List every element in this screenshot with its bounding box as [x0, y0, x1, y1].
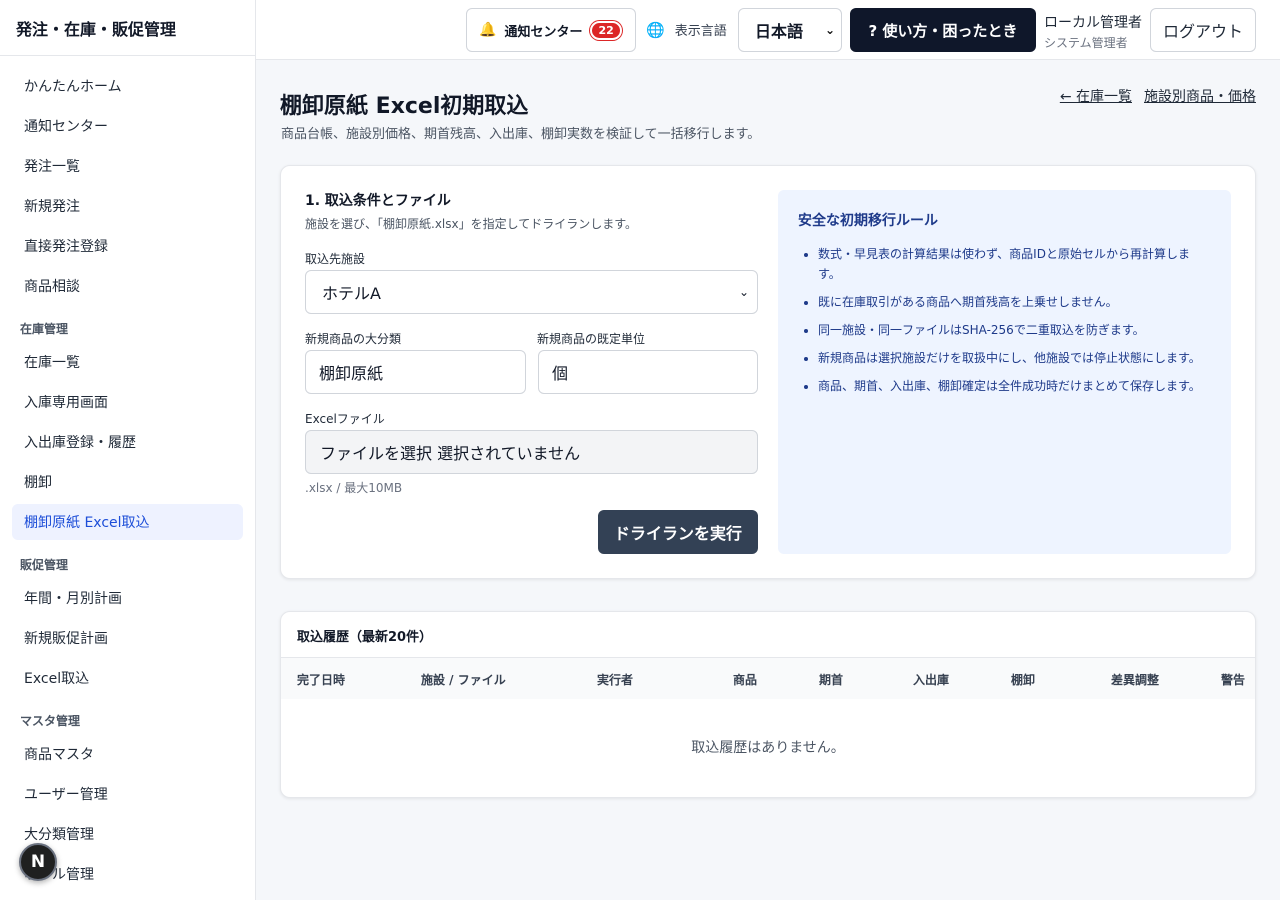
bell-icon: 🔔: [479, 22, 497, 38]
sidebar-item-new-promo[interactable]: 新規販促計画: [12, 620, 243, 656]
sidebar-item-stocktake-excel-import[interactable]: 棚卸原紙 Excel取込: [12, 504, 243, 540]
rule-item: 既に在庫取引がある商品へ期首残高を上乗せしません。: [818, 292, 1211, 312]
sidebar-item-promo-excel-import[interactable]: Excel取込: [12, 660, 243, 696]
unit-label: 新規商品の既定単位: [537, 332, 646, 346]
file-hint: .xlsx / 最大10MB: [305, 481, 403, 495]
sidebar-item-inout-history[interactable]: 入出庫登録・履歴: [12, 424, 243, 460]
sidebar: 発注・在庫・販促管理 かんたんホーム 通知センター 発注一覧 新規発注 直接発注…: [0, 0, 256, 900]
language-label-group: 🌐 表示言語: [646, 20, 727, 40]
chevron-down-icon: ⌄: [738, 285, 749, 299]
history-empty-message: 取込履歴はありません。: [691, 740, 845, 756]
rules-title: 安全な初期移行ルール: [798, 213, 938, 229]
sidebar-item-direct-order[interactable]: 直接発注登録: [12, 228, 243, 264]
help-button[interactable]: ? 使い方・困ったとき: [850, 8, 1036, 52]
logout-button[interactable]: ログアウト: [1150, 8, 1256, 52]
sidebar-item-product-consult[interactable]: 商品相談: [12, 268, 243, 304]
sidebar-group-promo: 販促管理: [20, 557, 69, 572]
sidebar-nav: かんたんホーム 通知センター 発注一覧 新規発注 直接発注登録 商品相談 在庫管…: [0, 56, 255, 892]
sidebar-item-receiving[interactable]: 入庫専用画面: [12, 384, 243, 420]
column-header-facility-file: 施設 / ファイル: [421, 673, 506, 687]
facility-value: ホテルA: [322, 284, 381, 303]
category-input[interactable]: 棚卸原紙: [305, 350, 526, 394]
sidebar-group-master: マスタ管理: [20, 713, 81, 728]
column-header-stocktake: 棚卸: [1011, 673, 1036, 687]
sidebar-item-inventory-list[interactable]: 在庫一覧: [12, 344, 243, 380]
section-subtitle: 施設を選び、「棚卸原紙.xlsx」を指定してドライランします。: [305, 217, 638, 231]
language-select[interactable]: 日本語 ⌄: [738, 8, 842, 52]
sidebar-item-easy-home[interactable]: かんたんホーム: [12, 68, 243, 104]
sidebar-item-notification-center[interactable]: 通知センター: [12, 108, 243, 144]
back-to-inventory-link[interactable]: ← 在庫一覧: [1060, 86, 1132, 106]
column-header-adjustment: 差異調整: [1111, 673, 1160, 687]
dev-tools-badge[interactable]: N: [19, 843, 57, 881]
category-value: 棚卸原紙: [319, 364, 384, 383]
migration-rules-panel: 安全な初期移行ルール 数式・早見表の計算結果は使わず、商品IDと原始セルから再計…: [778, 190, 1231, 554]
notification-center-button[interactable]: 🔔 通知センター 22: [466, 8, 636, 52]
app-title: 発注・在庫・販促管理: [0, 0, 255, 56]
language-value: 日本語: [755, 22, 804, 41]
user-info: ローカル管理者 システム管理者: [1044, 12, 1142, 51]
sidebar-item-new-order[interactable]: 新規発注: [12, 188, 243, 224]
page-title: 棚卸原紙 Excel初期取込: [280, 94, 529, 119]
sidebar-item-user-admin[interactable]: ユーザー管理: [12, 776, 243, 812]
notification-label: 通知センター: [504, 24, 583, 40]
globe-icon: 🌐: [646, 20, 665, 39]
top-bar: 🔔 通知センター 22 🌐 表示言語 日本語 ⌄ ? 使い方・困ったとき ローカ…: [256, 0, 1280, 60]
category-label: 新規商品の大分類: [305, 332, 402, 346]
chevron-down-icon: ⌄: [824, 23, 835, 37]
rule-item: 新規商品は選択施設だけを取扱中にし、他施設では停止状態にします。: [818, 348, 1211, 368]
language-label: 表示言語: [674, 24, 727, 39]
sidebar-item-stocktake[interactable]: 棚卸: [12, 464, 243, 500]
column-header-warnings: 警告: [1221, 673, 1246, 687]
column-header-completed-at: 完了日時: [297, 673, 346, 687]
history-title: 取込履歴（最新20件）: [297, 630, 433, 645]
page-subtitle: 商品台帳、施設別価格、期首残高、入出庫、棚卸実数を検証して一括移行します。: [281, 127, 761, 142]
main-content: 棚卸原紙 Excel初期取込 商品台帳、施設別価格、期首残高、入出庫、棚卸実数を…: [256, 60, 1280, 900]
page-links: ← 在庫一覧 施設別商品・価格: [1060, 86, 1256, 106]
rules-list: 数式・早見表の計算結果は使わず、商品IDと原始セルから再計算します。 既に在庫取…: [798, 244, 1211, 396]
sidebar-item-order-list[interactable]: 発注一覧: [12, 148, 243, 184]
sidebar-group-inventory: 在庫管理: [20, 321, 69, 336]
sidebar-item-product-master[interactable]: 商品マスタ: [12, 736, 243, 772]
facility-label: 取込先施設: [305, 252, 366, 266]
file-input[interactable]: ファイルを選択 選択されていません: [305, 430, 758, 474]
section-title: 1. 取込条件とファイル: [305, 193, 451, 209]
column-header-executor: 実行者: [597, 673, 634, 687]
column-header-products: 商品: [733, 673, 758, 687]
facility-select[interactable]: ホテルA ⌄: [305, 270, 758, 314]
file-label: Excelファイル: [305, 412, 385, 426]
rule-item: 数式・早見表の計算結果は使わず、商品IDと原始セルから再計算します。: [818, 244, 1211, 284]
user-role: システム管理者: [1044, 36, 1128, 50]
import-form-card: 1. 取込条件とファイル 施設を選び、「棚卸原紙.xlsx」を指定してドライラン…: [280, 165, 1256, 579]
import-history-card: 取込履歴（最新20件） 完了日時 施設 / ファイル 実行者 商品 期首 入出庫…: [280, 611, 1256, 798]
unit-input[interactable]: 個: [538, 350, 758, 394]
history-table-header: 完了日時 施設 / ファイル 実行者 商品 期首 入出庫 棚卸 差異調整 警告: [281, 657, 1255, 699]
user-name: ローカル管理者: [1044, 15, 1142, 31]
sidebar-item-annual-plan[interactable]: 年間・月別計画: [12, 580, 243, 616]
dry-run-button[interactable]: ドライランを実行: [598, 510, 758, 554]
column-header-inout: 入出庫: [913, 673, 950, 687]
rule-item: 商品、期首、入出庫、棚卸確定は全件成功時だけまとめて保存します。: [818, 376, 1211, 396]
facility-prices-link[interactable]: 施設別商品・価格: [1144, 86, 1256, 106]
file-value: ファイルを選択 選択されていません: [320, 444, 581, 463]
unit-value: 個: [552, 364, 569, 383]
rule-item: 同一施設・同一ファイルはSHA-256で二重取込を防ぎます。: [818, 320, 1211, 340]
column-header-opening: 期首: [819, 673, 844, 687]
notification-count-badge: 22: [590, 20, 622, 40]
